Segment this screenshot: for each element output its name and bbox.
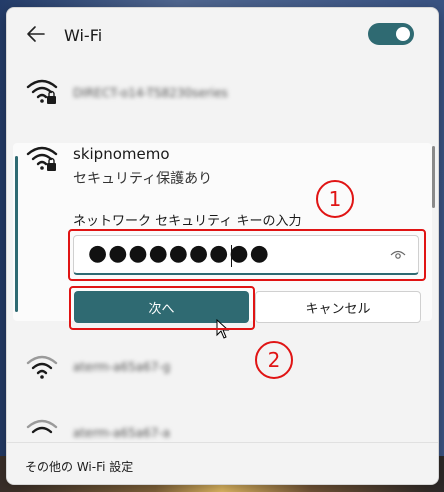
- back-arrow-icon: [27, 26, 45, 42]
- wifi-secured-icon: [26, 79, 58, 104]
- scrollbar[interactable]: [432, 146, 435, 208]
- step-badge-1: 1: [316, 180, 354, 218]
- network-item-3[interactable]: aterm-a65a67-a: [7, 408, 427, 442]
- wifi-secured-icon: [26, 146, 58, 171]
- selection-indicator: [15, 156, 18, 312]
- highlight-box-next: [69, 286, 255, 330]
- back-button[interactable]: [25, 24, 47, 44]
- wifi-flyout: Wi-Fi DIRECT-o14-TS8230series skipnomemo…: [6, 7, 439, 485]
- step-badge-2: 2: [255, 341, 293, 379]
- page-title: Wi-Fi: [64, 26, 103, 45]
- network-ssid: aterm-a65a67-a: [73, 426, 171, 440]
- toggle-knob: [396, 27, 410, 41]
- wifi-toggle[interactable]: [368, 23, 414, 45]
- network-security-status: セキュリティ保護あり: [73, 171, 213, 187]
- highlight-box-password: [68, 229, 426, 281]
- network-ssid: skipnomemo: [73, 145, 170, 163]
- security-key-label: ネットワーク セキュリティ キーの入力: [73, 214, 302, 229]
- more-wifi-settings-link[interactable]: その他の Wi-Fi 設定: [25, 458, 133, 475]
- flyout-footer: その他の Wi-Fi 設定: [7, 442, 438, 484]
- network-item-0[interactable]: DIRECT-o14-TS8230series: [7, 66, 427, 118]
- cancel-button[interactable]: キャンセル: [255, 291, 421, 323]
- wifi-icon: [26, 419, 58, 434]
- network-ssid: aterm-a65a67-g: [73, 360, 171, 374]
- network-ssid: DIRECT-o14-TS8230series: [73, 86, 228, 100]
- network-item-2[interactable]: aterm-a65a67-g: [7, 346, 427, 390]
- wifi-icon: [26, 355, 58, 379]
- flyout-header: Wi-Fi: [7, 8, 438, 62]
